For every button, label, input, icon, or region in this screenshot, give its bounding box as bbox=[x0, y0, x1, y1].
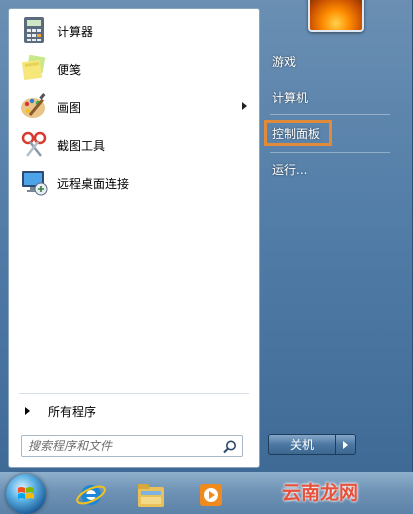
all-programs-item[interactable]: 所有程序 bbox=[19, 399, 249, 423]
search-box[interactable] bbox=[21, 435, 243, 457]
sticky-notes-icon bbox=[21, 54, 46, 81]
program-item-calculator[interactable]: 计算器 bbox=[15, 15, 255, 47]
user-avatar[interactable] bbox=[308, 0, 364, 32]
snipping-tool-icon bbox=[21, 131, 47, 157]
program-label: 计算器 bbox=[57, 24, 94, 39]
left-pane-divider bbox=[19, 393, 249, 394]
chevron-right-icon bbox=[343, 440, 348, 449]
remote-desktop-icon bbox=[22, 171, 48, 196]
right-item-games[interactable]: 游戏 bbox=[264, 48, 404, 74]
right-item-control-panel[interactable]: 控制面板 bbox=[264, 120, 332, 146]
all-programs-arrow-icon bbox=[25, 407, 30, 415]
start-menu-left-pane: 计算器 便笺 画图 截图工具 远程桌面连接 所有程序 搜索程序和文件 bbox=[8, 8, 260, 468]
start-orb-icon[interactable] bbox=[6, 474, 46, 514]
right-pane-divider bbox=[270, 152, 390, 153]
windows-flag-icon bbox=[18, 487, 34, 499]
watermark-text: 云南龙网 bbox=[282, 482, 359, 504]
program-label: 便笺 bbox=[57, 62, 82, 77]
right-item-run[interactable]: 运行... bbox=[264, 156, 404, 182]
program-label: 截图工具 bbox=[57, 138, 106, 153]
search-icon[interactable] bbox=[222, 439, 238, 455]
shutdown-options-button[interactable] bbox=[336, 434, 356, 455]
right-item-label: 计算机 bbox=[272, 90, 309, 105]
program-item-remote-desktop[interactable]: 远程桌面连接 bbox=[15, 167, 255, 199]
right-item-computer[interactable]: 计算机 bbox=[264, 84, 404, 110]
program-item-snipping-tool[interactable]: 截图工具 bbox=[15, 129, 255, 161]
search-input[interactable] bbox=[22, 437, 218, 455]
internet-explorer-icon[interactable] bbox=[74, 478, 108, 512]
media-player-icon[interactable] bbox=[194, 478, 228, 512]
all-programs-label: 所有程序 bbox=[48, 404, 97, 419]
program-item-paint[interactable]: 画图 bbox=[15, 91, 255, 123]
submenu-arrow-icon[interactable] bbox=[242, 102, 247, 110]
shutdown-group: 关机 bbox=[268, 434, 356, 455]
program-item-sticky-notes[interactable]: 便笺 bbox=[15, 53, 255, 85]
shutdown-button[interactable]: 关机 bbox=[268, 434, 336, 455]
start-menu: 计算器 便笺 画图 截图工具 远程桌面连接 所有程序 搜索程序和文件 游戏 计算… bbox=[0, 0, 413, 472]
right-pane-divider bbox=[270, 114, 390, 115]
program-label: 画图 bbox=[57, 100, 82, 115]
right-item-label: 控制面板 bbox=[272, 126, 321, 141]
program-label: 远程桌面连接 bbox=[57, 176, 130, 191]
calculator-icon bbox=[24, 17, 44, 43]
right-item-label: 游戏 bbox=[272, 54, 297, 69]
right-item-label: 运行... bbox=[272, 162, 308, 177]
windows-explorer-icon[interactable] bbox=[134, 478, 168, 512]
paint-icon bbox=[21, 93, 46, 118]
